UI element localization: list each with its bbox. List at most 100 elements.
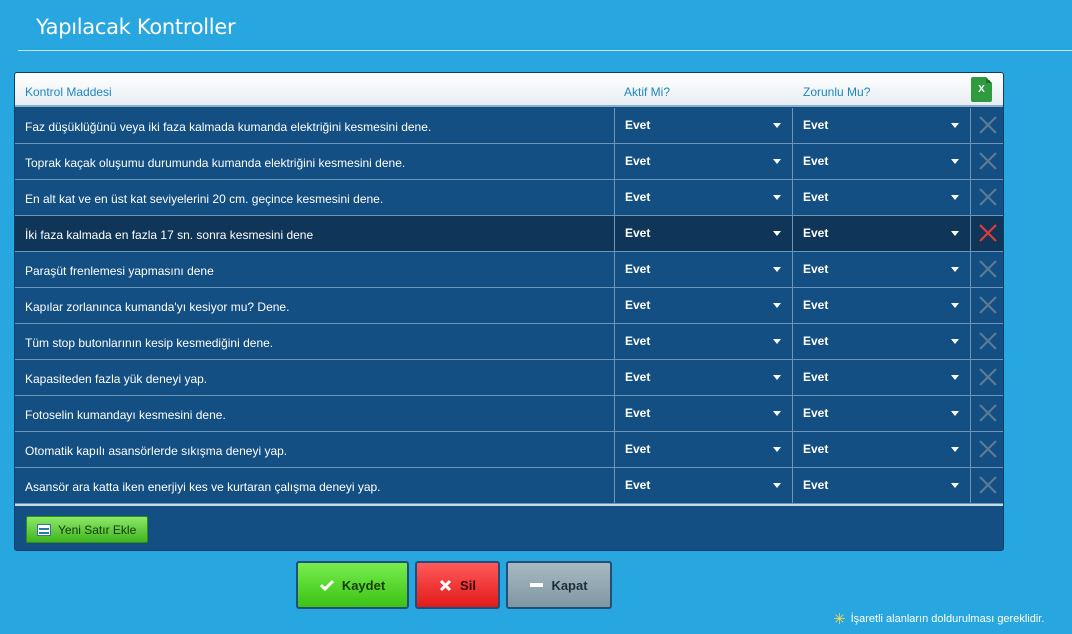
required-select-value: Evet (803, 118, 829, 132)
active-select-value: Evet (625, 190, 651, 204)
active-select[interactable]: Evet (615, 144, 792, 180)
required-select[interactable]: Evet (793, 216, 970, 252)
required-select[interactable]: Evet (793, 288, 970, 324)
chevron-down-icon (951, 195, 959, 200)
header-required[interactable]: Zorunlu Mu? (803, 85, 870, 99)
excel-export-button[interactable]: X (971, 77, 992, 102)
required-select[interactable]: Evet (793, 324, 970, 360)
table-row[interactable]: Toprak kaçak oluşumu durumunda kumanda e… (15, 144, 1003, 180)
required-select[interactable]: Evet (793, 144, 970, 180)
active-select[interactable]: Evet (615, 216, 792, 252)
active-select-value: Evet (625, 370, 651, 384)
delete-row-icon[interactable] (978, 115, 998, 135)
chevron-down-icon (951, 267, 959, 272)
active-select[interactable]: Evet (615, 252, 792, 288)
control-item-text: Otomatik kapılı asansörlerde sıkışma den… (25, 444, 288, 458)
chevron-down-icon (951, 159, 959, 164)
required-select[interactable]: Evet (793, 180, 970, 216)
active-select[interactable]: Evet (615, 180, 792, 216)
controls-grid: Kontrol Maddesi Aktif Mi? Zorunlu Mu? X … (14, 72, 1004, 551)
control-item-text: Toprak kaçak oluşumu durumunda kumanda e… (25, 156, 406, 170)
required-select-value: Evet (803, 262, 829, 276)
active-select[interactable]: Evet (615, 396, 792, 432)
delete-button[interactable]: Sil (415, 561, 500, 609)
table-row[interactable]: Otomatik kapılı asansörlerde sıkışma den… (15, 432, 1003, 468)
required-select[interactable]: Evet (793, 360, 970, 396)
control-item-text: Kapılar zorlanınca kumanda'yı kesiyor mu… (25, 300, 290, 314)
required-select[interactable]: Evet (793, 108, 970, 144)
column-divider (970, 288, 971, 324)
control-item-text: Tüm stop butonlarının kesip kesmediğini … (25, 336, 274, 350)
active-select-value: Evet (625, 154, 651, 168)
delete-row-icon[interactable] (978, 223, 998, 243)
delete-row-icon[interactable] (978, 367, 998, 387)
minus-icon (530, 582, 544, 588)
table-row[interactable]: Tüm stop butonlarının kesip kesmediğini … (15, 324, 1003, 360)
required-select[interactable]: Evet (793, 252, 970, 288)
control-item-text: Faz düşüklüğünü veya iki faza kalmada ku… (25, 120, 432, 134)
chevron-down-icon (951, 411, 959, 416)
column-divider (970, 144, 971, 180)
chevron-down-icon (773, 159, 781, 164)
table-row[interactable]: Paraşüt frenlemesi yapmasını dene Evet Eve… (15, 252, 1003, 288)
grid-footer: Yeni Satır Ekle (15, 504, 1003, 550)
active-select[interactable]: Evet (615, 324, 792, 360)
page-title: Yapılacak Kontroller (36, 15, 236, 39)
chevron-down-icon (773, 411, 781, 416)
save-button[interactable]: Kaydet (296, 561, 409, 609)
table-row[interactable]: Asansör ara katta iken enerjiyi kes ve k… (15, 468, 1003, 504)
delete-row-icon[interactable] (978, 331, 998, 351)
table-row[interactable]: En alt kat ve en üst kat seviyelerini 20… (15, 180, 1003, 216)
required-select-value: Evet (803, 478, 829, 492)
active-select-value: Evet (625, 226, 651, 240)
check-icon (319, 579, 334, 591)
table-row[interactable]: Faz düşüklüğünü veya iki faza kalmada ku… (15, 108, 1003, 144)
close-label: Kapat (551, 577, 588, 593)
table-row[interactable]: İki faza kalmada en fazla 17 sn. sonra k… (15, 216, 1003, 252)
active-select-value: Evet (625, 442, 651, 456)
close-button[interactable]: Kapat (506, 561, 612, 609)
table-row[interactable]: Kapasiteden fazla yük deneyi yap. Evet Eve… (15, 360, 1003, 396)
delete-row-icon[interactable] (978, 295, 998, 315)
active-select[interactable]: Evet (615, 432, 792, 468)
header-active[interactable]: Aktif Mi? (624, 85, 670, 99)
delete-row-icon[interactable] (978, 403, 998, 423)
required-select[interactable]: Evet (793, 432, 970, 468)
delete-label: Sil (460, 577, 476, 593)
active-select-value: Evet (625, 478, 651, 492)
delete-row-icon[interactable] (978, 187, 998, 207)
delete-row-icon[interactable] (978, 475, 998, 495)
delete-row-icon[interactable] (978, 151, 998, 171)
required-select[interactable]: Evet (793, 468, 970, 504)
required-note-text: İşaretli alanların doldurulması gereklid… (850, 613, 1045, 625)
active-select-value: Evet (625, 334, 651, 348)
column-divider (970, 432, 971, 468)
control-item-text: Paraşüt frenlemesi yapmasını dene (25, 264, 214, 278)
chevron-down-icon (773, 339, 781, 344)
add-row-button[interactable]: Yeni Satır Ekle (26, 516, 148, 543)
active-select[interactable]: Evet (615, 468, 792, 504)
save-label: Kaydet (341, 577, 386, 593)
grid-rows: Faz düşüklüğünü veya iki faza kalmada ku… (15, 108, 1003, 504)
chevron-down-icon (773, 267, 781, 272)
delete-row-icon[interactable] (978, 439, 998, 459)
required-select-value: Evet (803, 370, 829, 384)
required-select-value: Evet (803, 154, 829, 168)
active-select[interactable]: Evet (615, 288, 792, 324)
chevron-down-icon (951, 339, 959, 344)
column-divider (970, 108, 971, 144)
header-control-item[interactable]: Kontrol Maddesi (25, 85, 112, 99)
active-select[interactable]: Evet (615, 108, 792, 144)
required-select-value: Evet (803, 298, 829, 312)
active-select[interactable]: Evet (615, 360, 792, 396)
table-row[interactable]: Kapılar zorlanınca kumanda'yı kesiyor mu… (15, 288, 1003, 324)
grid-header: Kontrol Maddesi Aktif Mi? Zorunlu Mu? X (15, 73, 1003, 107)
required-select-value: Evet (803, 334, 829, 348)
title-divider (18, 50, 1072, 51)
control-item-text: Kapasiteden fazla yük deneyi yap. (25, 372, 208, 386)
delete-row-icon[interactable] (978, 259, 998, 279)
required-select[interactable]: Evet (793, 396, 970, 432)
required-select-value: Evet (803, 442, 829, 456)
table-row-icon (37, 523, 51, 536)
table-row[interactable]: Fotoselin kumandayı kesmesini dene. Evet E… (15, 396, 1003, 432)
